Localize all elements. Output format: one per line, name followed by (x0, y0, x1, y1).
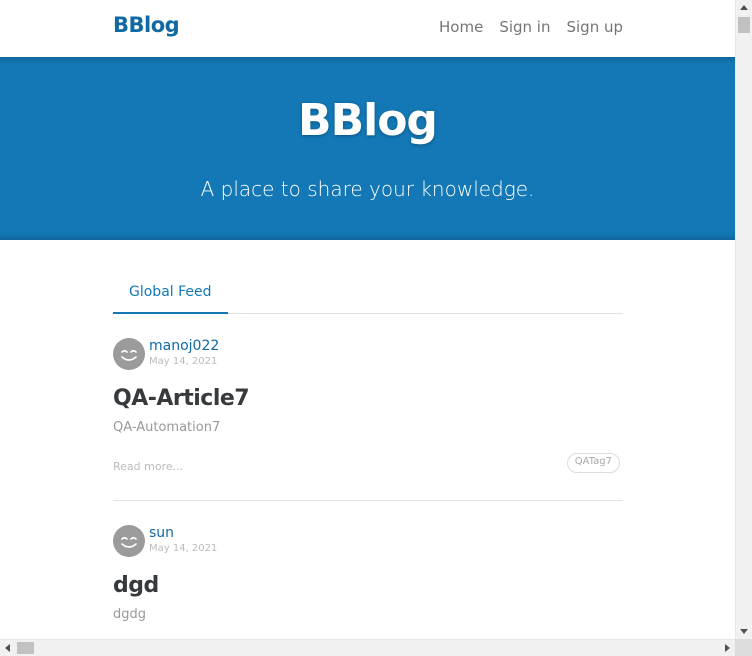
tag-pill[interactable]: QATag7 (566, 453, 620, 473)
scroll-down-arrow-icon[interactable] (740, 629, 748, 634)
nav-home-link[interactable]: Home (439, 18, 483, 36)
article-description[interactable]: QA-Automation7 (113, 420, 220, 435)
author-avatar[interactable] (113, 525, 145, 557)
read-more-link[interactable]: Read more... (113, 460, 183, 473)
navbar: BBlog Home Sign in Sign up (0, 0, 735, 57)
smiley-icon (121, 536, 137, 548)
tab-global-feed[interactable]: Global Feed (113, 270, 228, 314)
scrollbar-corner (735, 639, 752, 656)
banner: BBlog A place to share your knowledge. (0, 57, 735, 240)
horizontal-scroll-thumb[interactable] (17, 642, 34, 654)
viewport: BBlog Home Sign in Sign up BBlog A place… (0, 0, 735, 639)
article-preview: sun May 14, 2021 dgd dgdg (113, 501, 623, 639)
article-title[interactable]: QA-Article7 (113, 386, 250, 411)
vertical-scrollbar[interactable] (735, 0, 752, 639)
horizontal-scrollbar[interactable] (0, 639, 735, 656)
nav-sign-in-link[interactable]: Sign in (499, 18, 550, 36)
article-title[interactable]: dgd (113, 573, 159, 598)
author-link[interactable]: sun (149, 525, 174, 541)
scroll-up-arrow-icon[interactable] (740, 5, 748, 10)
smiley-icon (121, 349, 137, 361)
scroll-left-arrow-icon[interactable] (5, 644, 10, 652)
banner-subtitle: A place to share your knowledge. (200, 177, 535, 201)
feed-toggle: Global Feed (113, 270, 623, 314)
article-description[interactable]: dgdg (113, 607, 146, 622)
nav-links: Home Sign in Sign up (439, 18, 623, 36)
article-date: May 14, 2021 (149, 543, 218, 554)
article-date: May 14, 2021 (149, 356, 218, 367)
author-avatar[interactable] (113, 338, 145, 370)
brand-logo-link[interactable]: BBlog (113, 13, 180, 37)
banner-title: BBlog (298, 95, 438, 146)
nav-sign-up-link[interactable]: Sign up (566, 18, 623, 36)
scroll-right-arrow-icon[interactable] (725, 644, 730, 652)
vertical-scroll-thumb[interactable] (738, 17, 750, 33)
article-preview: manoj022 May 14, 2021 QA-Article7 QA-Aut… (113, 314, 623, 501)
author-link[interactable]: manoj022 (149, 338, 219, 354)
